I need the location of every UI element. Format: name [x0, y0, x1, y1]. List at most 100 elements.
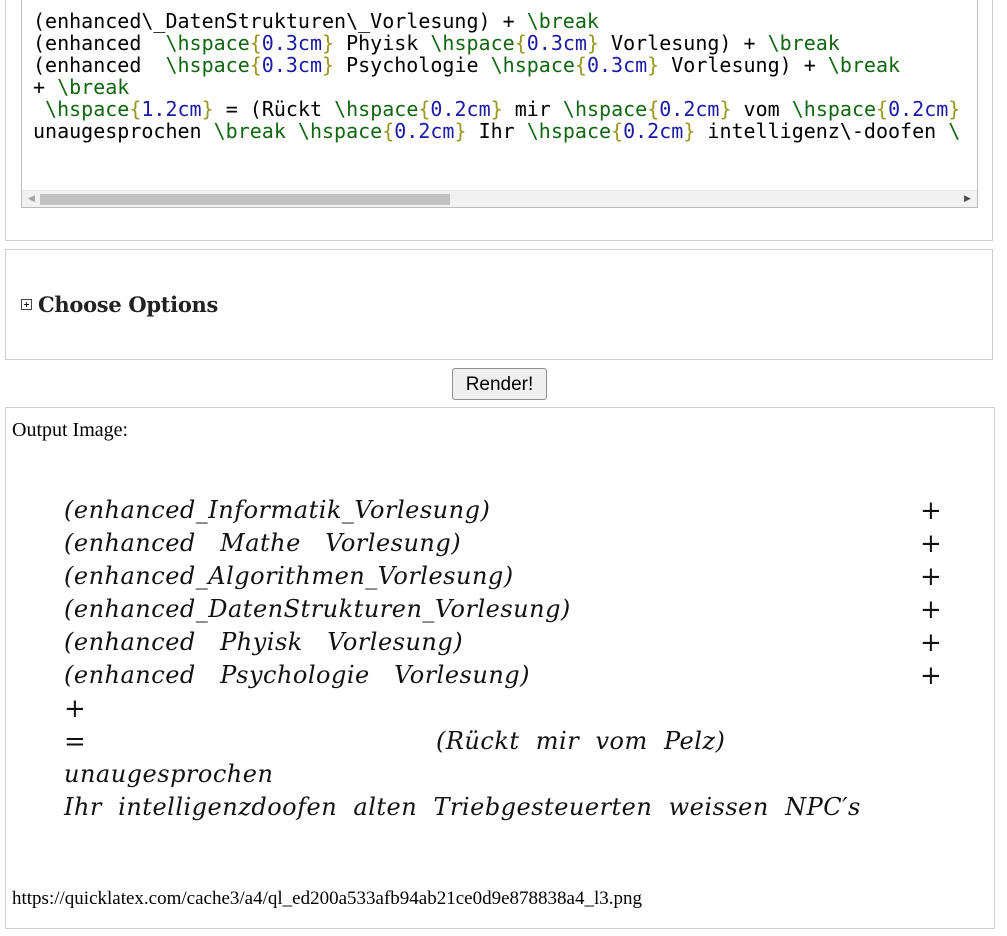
code-token: {: [574, 53, 587, 77]
code-token: intelligenz\-doofen: [695, 119, 949, 143]
code-token: {: [647, 97, 660, 121]
code-token: \hspace: [297, 119, 383, 143]
code-token: Ihr: [466, 119, 527, 143]
code-token: {: [249, 31, 262, 55]
code-token: }: [683, 119, 696, 143]
tex-equals: =: [64, 727, 86, 757]
code-token: Vorlesung) +: [659, 53, 828, 77]
output-label: Output Image:: [12, 419, 129, 441]
tex-line-unaugesprochen: unaugesprochen: [64, 760, 274, 788]
code-token: \hspace: [165, 53, 250, 77]
tex-line: (enhanced Psychologie Vorlesung): [64, 661, 531, 689]
tex-plus: +: [920, 595, 942, 625]
code-token: 0.3cm: [261, 31, 323, 55]
tex-line: (enhanced_Algorithmen_Vorlesung): [64, 562, 514, 590]
code-editor-panel: (enhanced\_DatenStrukturen\_Vorlesung) +…: [5, 0, 993, 241]
tex-line: (enhanced_Informatik_Vorlesung): [64, 496, 491, 524]
tex-line: (enhanced Phyisk Vorlesung): [64, 628, 464, 656]
code-token: 0.2cm: [430, 97, 491, 121]
code-token: \break: [827, 53, 901, 77]
rendered-latex-image: (enhanced_Informatik_Vorlesung) + (enhan…: [64, 496, 944, 826]
output-image-url[interactable]: https://quicklatex.com/cache3/a4/ql_ed20…: [12, 888, 642, 910]
tex-plus: +: [920, 661, 942, 691]
code-token: \hspace: [791, 97, 877, 121]
code-token: }: [490, 97, 503, 121]
tex-centered-phrase: (Rückt mir vom Pelz): [436, 727, 726, 755]
code-token: (enhanced: [33, 31, 166, 55]
code-token: {: [611, 119, 624, 143]
horizontal-scrollbar[interactable]: ◀ ▶: [22, 190, 977, 207]
tex-line-final: Ihr intelligenzdoofen alten Triebgesteue…: [64, 793, 861, 821]
code-line[interactable]: (enhanced \hspace{0.3cm} Psychologie \hs…: [33, 54, 960, 76]
plus-box-icon[interactable]: [21, 299, 32, 310]
code-token: }: [586, 31, 599, 55]
code-token: Vorlesung) +: [599, 31, 768, 55]
scroll-right-icon[interactable]: ▶: [960, 192, 975, 207]
code-token: 0.3cm: [261, 53, 323, 77]
code-token: \break: [213, 119, 286, 143]
code-token: \hspace: [430, 31, 515, 55]
code-token: }: [201, 97, 214, 121]
latex-code-editor[interactable]: (enhanced\_DatenStrukturen\_Vorlesung) +…: [21, 0, 978, 208]
code-token: \: [948, 119, 961, 143]
code-line[interactable]: unaugesprochen \break \hspace{0.2cm} Ihr…: [33, 120, 960, 142]
code-token: \break: [526, 9, 599, 33]
code-lines[interactable]: (enhanced\_DatenStrukturen\_Vorlesung) +…: [33, 10, 960, 142]
code-token: (enhanced\_DatenStrukturen\_Vorlesung) +: [33, 9, 527, 33]
code-line[interactable]: (enhanced\_DatenStrukturen\_Vorlesung) +…: [33, 10, 960, 32]
options-title[interactable]: Choose Options: [38, 292, 218, 317]
code-token: }: [948, 97, 961, 121]
code-token: \hspace: [526, 119, 612, 143]
code-token: }: [322, 31, 335, 55]
options-panel: Choose Options: [5, 249, 993, 360]
code-token: (enhanced: [33, 53, 166, 77]
tex-plus: +: [920, 496, 942, 526]
code-line[interactable]: (enhanced \hspace{0.3cm} Phyisk \hspace{…: [33, 32, 960, 54]
code-token: {: [382, 119, 395, 143]
code-token: mir: [502, 97, 563, 121]
code-token: +: [33, 75, 58, 99]
code-token: \hspace: [45, 97, 130, 121]
code-token: \hspace: [562, 97, 648, 121]
code-token: \hspace: [490, 53, 575, 77]
code-token: 0.2cm: [888, 97, 949, 121]
code-token: }: [719, 97, 732, 121]
tex-plus: +: [920, 628, 942, 658]
scrollbar-thumb[interactable]: [40, 194, 450, 205]
code-token: 1.2cm: [141, 97, 202, 121]
tex-line: (enhanced Mathe Vorlesung): [64, 529, 462, 557]
scroll-left-icon[interactable]: ◀: [24, 192, 39, 207]
code-token: {: [249, 53, 262, 77]
code-token: Psychologie: [334, 53, 491, 77]
tex-plus: +: [920, 529, 942, 559]
output-panel: Output Image: (enhanced_Informatik_Vorle…: [5, 407, 995, 929]
code-token: 0.3cm: [526, 31, 587, 55]
code-token: unaugesprochen: [33, 119, 214, 143]
code-token: {: [514, 31, 527, 55]
code-token: \break: [57, 75, 130, 99]
tex-line: (enhanced_DatenStrukturen_Vorlesung): [64, 595, 571, 623]
choose-options-toggle[interactable]: Choose Options: [21, 292, 218, 317]
code-token: }: [647, 53, 660, 77]
code-line[interactable]: \hspace{1.2cm} = (Rückt \hspace{0.2cm} m…: [33, 98, 960, 120]
code-token: \hspace: [165, 31, 250, 55]
tex-plus: +: [920, 562, 942, 592]
code-token: vom: [731, 97, 792, 121]
code-token: \break: [767, 31, 840, 55]
code-token: = (Rückt: [213, 97, 335, 121]
code-token: 0.2cm: [659, 97, 720, 121]
render-button[interactable]: Render!: [452, 368, 547, 400]
code-line[interactable]: + \break: [33, 76, 960, 98]
code-token: }: [454, 119, 467, 143]
code-token: Phyisk: [334, 31, 431, 55]
code-token: {: [876, 97, 889, 121]
code-token: 0.2cm: [623, 119, 684, 143]
code-token: {: [129, 97, 142, 121]
code-token: }: [322, 53, 335, 77]
code-token: 0.2cm: [394, 119, 455, 143]
code-token: 0.3cm: [586, 53, 648, 77]
code-token: {: [418, 97, 431, 121]
tex-plus-line: +: [64, 694, 86, 724]
